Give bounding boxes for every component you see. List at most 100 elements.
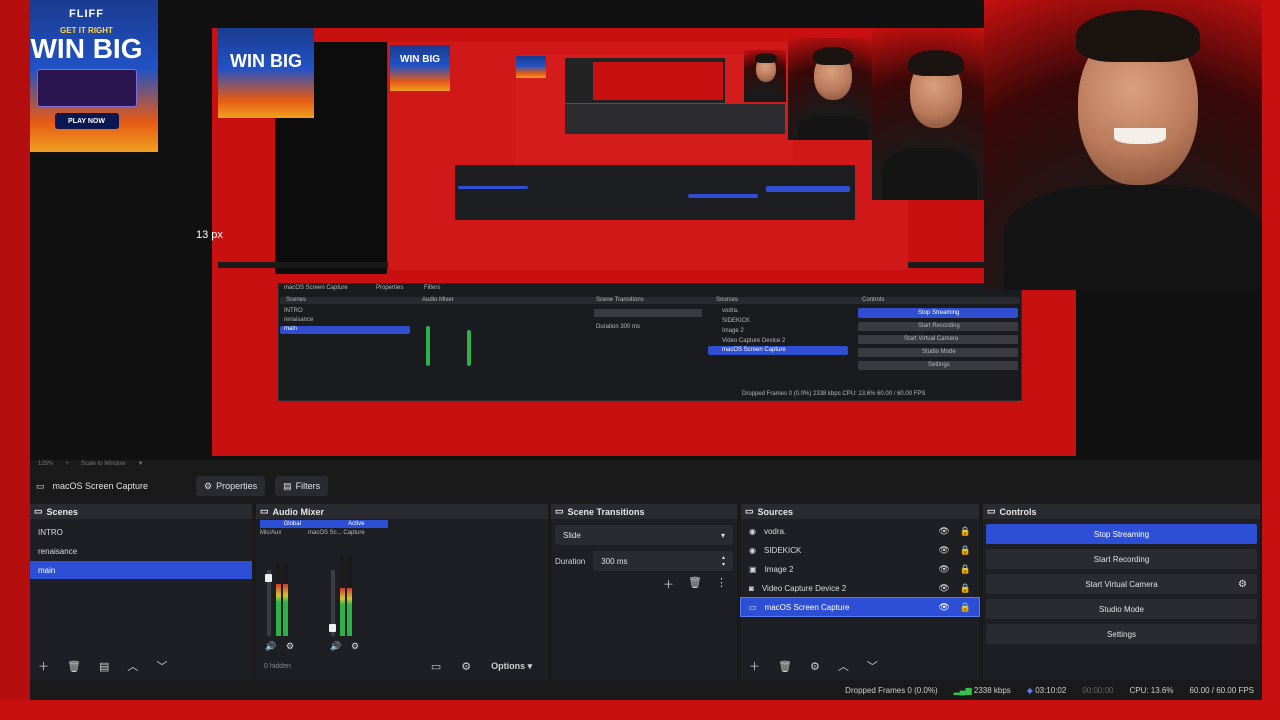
eye-icon[interactable]: 👁 [938,545,949,556]
transitions-header: ▭ Scene Transitions [551,504,737,519]
zoom-plus[interactable]: + [65,461,69,467]
chevron-down-icon: ▾ [720,530,725,540]
spinner-icon[interactable]: ▴ ▾ [722,554,725,568]
settings-button[interactable]: Settings [986,624,1257,644]
fliff-ad[interactable]: FLIFF GET IT RIGHT WIN BIG PLAY NOW [15,0,158,152]
speaker-icon[interactable]: 🔊 [330,641,341,652]
eye-icon[interactable]: 👁 [938,583,949,594]
remove-scene-icon[interactable]: 🗑 [67,660,81,673]
properties-label: Properties [216,481,258,491]
studio-mode-button[interactable]: Studio Mode [986,599,1257,619]
add-transition-icon[interactable]: ＋ [663,576,674,592]
source-item[interactable]: ▣ Image 2 👁 🔒 [741,560,979,578]
channel-settings-icon[interactable]: ⚙ [286,641,294,652]
controls-header: ▭ Controls [983,504,1260,519]
mixer-channel-2: macOS Sc... Capture [308,530,438,536]
bottom-red-edge [0,700,1280,720]
source-properties-icon[interactable]: ⚙ [810,660,820,673]
channel-name: macOS Sc... Capture [308,530,365,536]
filters-label: Filters [295,481,321,491]
duration-input[interactable]: 300 ms ▴ ▾ [593,551,733,571]
mixer-tab-global[interactable]: Global [284,521,301,527]
nested-dock-4 [565,104,785,134]
mixer-settings-icon[interactable]: ⚙ [461,660,471,673]
display-icon: ▭ [749,602,757,612]
start-virtual-camera-button[interactable]: Start Virtual Camera ⚙ [986,574,1257,594]
add-source-icon[interactable]: ＋ [749,658,760,674]
scene-filters-icon[interactable]: ▤ [99,660,109,673]
dock-icon: ▭ [987,506,996,516]
transition-select[interactable]: Slide ▾ [555,525,733,545]
move-down-icon[interactable]: ﹀ [867,658,878,674]
mixer-title: Audio Mixer [272,506,325,517]
stop-streaming-button[interactable]: Stop Streaming [986,524,1257,544]
dock-icon: ▭ [745,506,754,516]
filters-button[interactable]: ▤ Filters [275,476,329,496]
speaker-icon[interactable]: 🔊 [265,641,276,652]
properties-button[interactable]: ⚙ Properties [196,476,266,496]
zoom-strip: 125% + Scale to Window ▼ [30,458,1260,470]
move-down-icon[interactable]: ﹀ [156,658,167,674]
eye-icon[interactable]: 👁 [938,564,949,575]
lock-icon[interactable]: 🔒 [960,583,971,594]
spacing-label: 13 px [196,229,223,241]
source-item[interactable]: ◉ vodra. 👁 🔒 [741,522,979,540]
level-meter-1 [276,564,281,636]
source-name: Video Capture Device 2 [761,583,847,593]
scenes-title: Scenes [46,506,79,517]
transitions-dock: ▭ Scene Transitions Slide ▾ Duration 300… [551,504,737,680]
move-up-icon[interactable]: ︿ [838,658,849,674]
left-red-edge [0,0,30,700]
add-scene-icon[interactable]: ＋ [38,658,49,674]
gear-icon[interactable]: ⚙ [1238,579,1247,590]
fliff-ad-nested-2: WIN BIG [390,45,450,91]
source-item-selected[interactable]: ▭ macOS Screen Capture 👁 🔒 [740,597,980,617]
zoom-level[interactable]: 125% [38,461,53,467]
mixer-layout-icon[interactable]: ▭ [431,660,441,673]
ad-headline-nested-2: WIN BIG [400,54,440,65]
fader-knob-2[interactable] [329,624,336,632]
mixer-tab-active[interactable]: Active [348,521,364,527]
bitrate-status: ▂▄▆ 2338 kbps [954,686,1011,695]
move-up-icon[interactable]: ︿ [127,658,138,674]
scenes-list: INTRO renaisance main [30,523,252,579]
fader-knob-1[interactable] [265,574,272,582]
scene-item[interactable]: renaisance [30,542,252,560]
lock-icon[interactable]: 🔒 [960,564,971,575]
ad-cta-button[interactable]: PLAY NOW [54,113,119,129]
source-name: macOS Screen Capture [764,602,850,612]
sources-list: ◉ vodra. 👁 🔒 ◉ SIDEKICK 👁 🔒 ▣ Image 2 👁 🔒 ◙… [740,522,980,617]
lock-icon[interactable]: 🔒 [960,602,971,613]
source-item[interactable]: ◙ Video Capture Device 2 👁 🔒 [741,579,979,597]
remove-source-icon[interactable]: 🗑 [778,660,792,673]
scene-item[interactable]: INTRO [30,523,252,541]
remove-transition-icon[interactable]: 🗑 [688,576,702,592]
channel-settings-icon[interactable]: ⚙ [351,641,359,652]
more-options-icon[interactable]: ⋮ [716,576,727,592]
mixer-options-button[interactable]: Options ▾ [491,661,532,672]
ad-brand: FLIFF [69,8,104,20]
eye-icon[interactable]: 👁 [938,602,949,613]
cpu-usage: CPU: 13.6% [1129,685,1174,695]
camera-icon: ◙ [749,583,754,593]
meter-fill [283,584,288,636]
scale-dropdown-icon[interactable]: ▼ [138,461,144,467]
preview-canvas[interactable]: macOS Screen Capture Properties Filters … [0,0,1280,460]
current-source: ▭ macOS Screen Capture [36,481,186,492]
lock-icon[interactable]: 🔒 [960,545,971,556]
controls-title: Controls [999,506,1037,517]
hidden-count: 0 hidden [264,662,291,670]
start-recording-button[interactable]: Start Recording [986,549,1257,569]
dock-icon: ▭ [555,506,564,516]
gear-icon: ⚙ [204,480,213,491]
mixer-footer: 0 hidden ▭ ⚙ Options ▾ [256,656,548,676]
status-bar: Dropped Frames 0 (0.0%) ▂▄▆ 2338 kbps ◆ … [30,682,1260,698]
eye-icon[interactable]: 👁 [938,526,949,537]
scale-mode[interactable]: Scale to Window [81,461,126,467]
bitrate-value: 2338 kbps [973,685,1011,695]
stream-status: ◆ 03:10:02 [1027,686,1067,695]
fliff-ad-nested-3 [516,56,546,78]
lock-icon[interactable]: 🔒 [960,526,971,537]
source-item[interactable]: ◉ SIDEKICK 👁 🔒 [741,541,979,559]
scene-item-selected[interactable]: main [30,561,252,579]
